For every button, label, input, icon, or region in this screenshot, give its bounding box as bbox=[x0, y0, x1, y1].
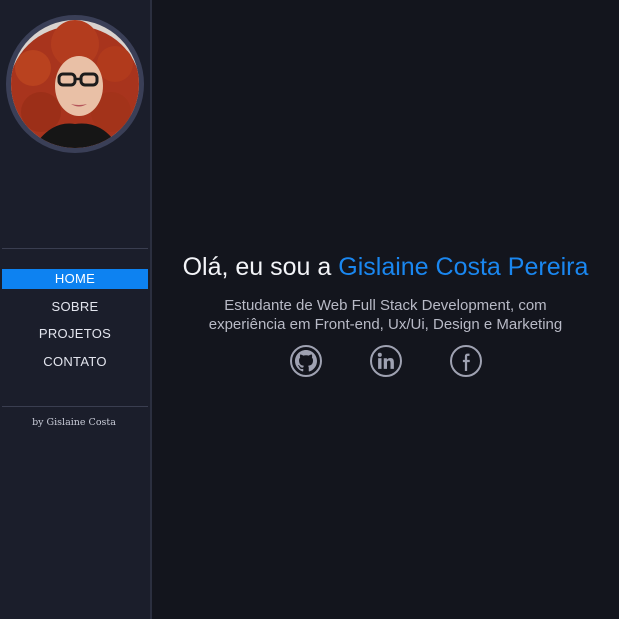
sidebar-divider-top bbox=[2, 248, 148, 249]
hero-greeting: Olá, eu sou a bbox=[182, 253, 339, 281]
hero-headline: Olá, eu sou a Gislaine Costa Pereira bbox=[152, 253, 619, 282]
hero-subtitle: Estudante de Web Full Stack Development,… bbox=[152, 296, 619, 334]
linkedin-link[interactable] bbox=[369, 345, 402, 377]
sidebar-divider-bottom bbox=[2, 406, 148, 407]
sidebar-nav: HOME SOBRE PROJETOS CONTATO bbox=[2, 269, 148, 379]
nav-item-sobre[interactable]: SOBRE bbox=[2, 297, 148, 317]
github-icon bbox=[294, 350, 317, 372]
github-link[interactable] bbox=[289, 345, 322, 377]
hero-subtitle-line-2: experiência em Front-end, Ux/Ui, Design … bbox=[208, 316, 563, 333]
nav-item-projetos[interactable]: PROJETOS bbox=[2, 324, 148, 344]
main-content: Olá, eu sou a Gislaine Costa Pereira Est… bbox=[152, 0, 619, 619]
profile-photo bbox=[11, 20, 139, 148]
sidebar: HOME SOBRE PROJETOS CONTATO by Gislaine … bbox=[0, 0, 152, 619]
author-credit: by Gislaine Costa bbox=[32, 417, 116, 428]
profile-avatar bbox=[6, 15, 144, 153]
linkedin-icon bbox=[377, 352, 394, 369]
facebook-link[interactable] bbox=[449, 345, 482, 377]
nav-item-contato[interactable]: CONTATO bbox=[2, 352, 148, 372]
hero-subtitle-line-1: Estudante de Web Full Stack Development,… bbox=[224, 297, 547, 314]
nav-item-home[interactable]: HOME bbox=[2, 269, 148, 289]
social-links bbox=[152, 345, 619, 377]
facebook-icon bbox=[462, 353, 470, 371]
hero-name: Gislaine Costa Pereira bbox=[338, 253, 589, 281]
